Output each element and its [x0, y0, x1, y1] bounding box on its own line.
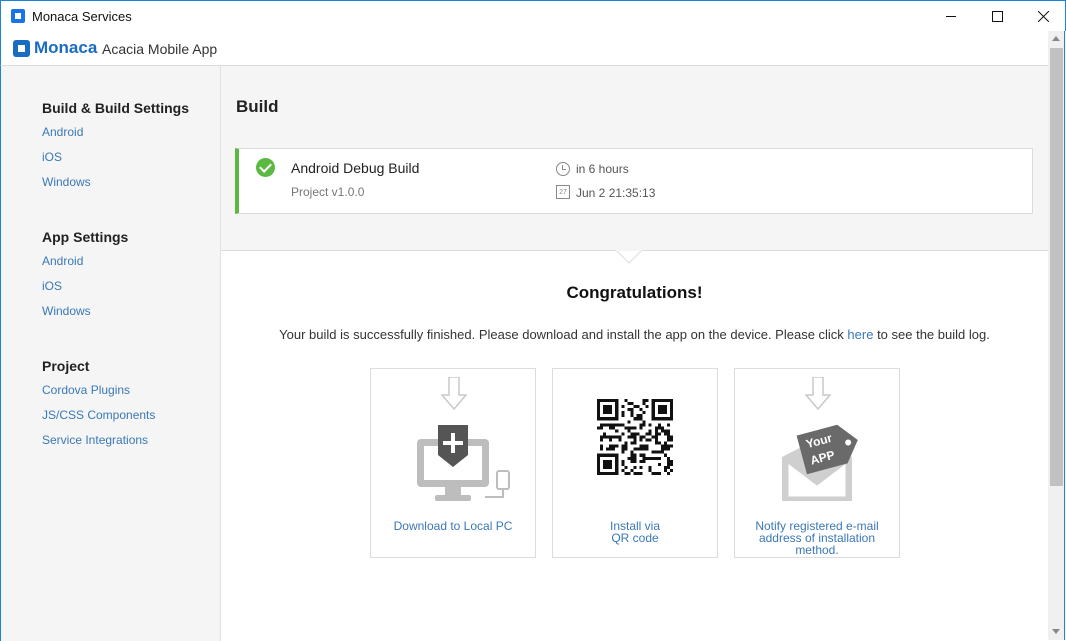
sidebar-item-settings-windows[interactable]: Windows	[42, 299, 128, 324]
sidebar-section-build: Build & Build Settings Android iOS Windo…	[42, 100, 189, 195]
monaca-logo-icon	[13, 40, 30, 57]
close-button[interactable]	[1020, 1, 1066, 31]
sidebar-heading: Build & Build Settings	[42, 100, 189, 116]
build-card: Android Debug Build Project v1.0.0 in 6 …	[235, 148, 1033, 214]
project-name: Acacia Mobile App	[102, 41, 218, 57]
sidebar-item-cordova-plugins[interactable]: Cordova Plugins	[42, 378, 155, 403]
congrats-heading: Congratulations!	[566, 283, 703, 302]
sidebar-item-build-android[interactable]: Android	[42, 120, 189, 145]
title-bar: Monaca Services	[0, 0, 1066, 31]
minimize-button[interactable]	[928, 1, 974, 31]
sidebar-item-settings-android[interactable]: Android	[42, 249, 128, 274]
clock-icon	[556, 162, 570, 176]
check-circle-icon	[256, 158, 275, 177]
build-message: Your build is successfully finished. Ple…	[221, 327, 1048, 342]
app-header: Monaca Acacia Mobile App	[0, 31, 1048, 66]
sidebar-item-service-integrations[interactable]: Service Integrations	[42, 428, 155, 453]
build-project-version: Project v1.0.0	[291, 185, 365, 199]
scroll-down-icon[interactable]	[1052, 629, 1060, 634]
build-log-link[interactable]: here	[847, 327, 873, 342]
qr-label-line2: QR code	[611, 531, 659, 545]
page-title: Build	[236, 97, 279, 116]
notify-label-line3: method.	[795, 543, 839, 557]
download-to-pc-tile[interactable]: Download to Local PC	[370, 368, 536, 558]
close-icon	[1037, 10, 1049, 22]
install-qr-tile[interactable]: Install via QR code	[552, 368, 718, 558]
main-content: Build Android Debug Build Project v1.0.0…	[221, 66, 1048, 641]
down-arrow-icon	[441, 377, 467, 411]
sidebar-heading: App Settings	[42, 229, 129, 245]
sidebar-heading: Project	[42, 358, 90, 374]
maximize-button[interactable]	[974, 1, 1020, 31]
scroll-thumb[interactable]	[1050, 48, 1063, 486]
sidebar-item-build-ios[interactable]: iOS	[42, 145, 189, 170]
sidebar-item-build-windows[interactable]: Windows	[42, 170, 189, 195]
calendar-icon: 27	[556, 185, 570, 199]
sidebar-section-app-settings: App Settings Android iOS Windows	[42, 229, 128, 324]
sidebar-section-project: Project Cordova Plugins JS/CSS Component…	[42, 358, 155, 453]
window-title: Monaca Services	[32, 9, 132, 24]
vertical-scrollbar[interactable]	[1048, 31, 1065, 640]
build-expiry: in 6 hours	[576, 162, 629, 176]
build-date: Jun 2 21:35:13	[576, 186, 656, 200]
qr-code-icon	[597, 399, 673, 475]
build-summary-area: Build Android Debug Build Project v1.0.0…	[221, 66, 1048, 251]
app-icon	[11, 9, 25, 23]
logo-text[interactable]: Monaca	[34, 38, 97, 58]
sidebar-item-settings-ios[interactable]: iOS	[42, 274, 128, 299]
down-arrow-icon	[805, 377, 831, 411]
sidebar-item-jscss-components[interactable]: JS/CSS Components	[42, 403, 155, 428]
email-app-icon: Your APP	[782, 424, 858, 501]
sidebar: Build & Build Settings Android iOS Windo…	[0, 66, 221, 641]
message-text-end: to see the build log.	[873, 327, 990, 342]
message-text: Your build is successfully finished. Ple…	[279, 327, 848, 342]
desktop-download-icon	[417, 425, 510, 501]
notify-email-tile[interactable]: Your APP Notify registered e-mail addres…	[734, 368, 900, 558]
download-label: Download to Local PC	[393, 519, 513, 533]
build-name: Android Debug Build	[291, 160, 420, 176]
scroll-up-icon[interactable]	[1052, 36, 1060, 41]
